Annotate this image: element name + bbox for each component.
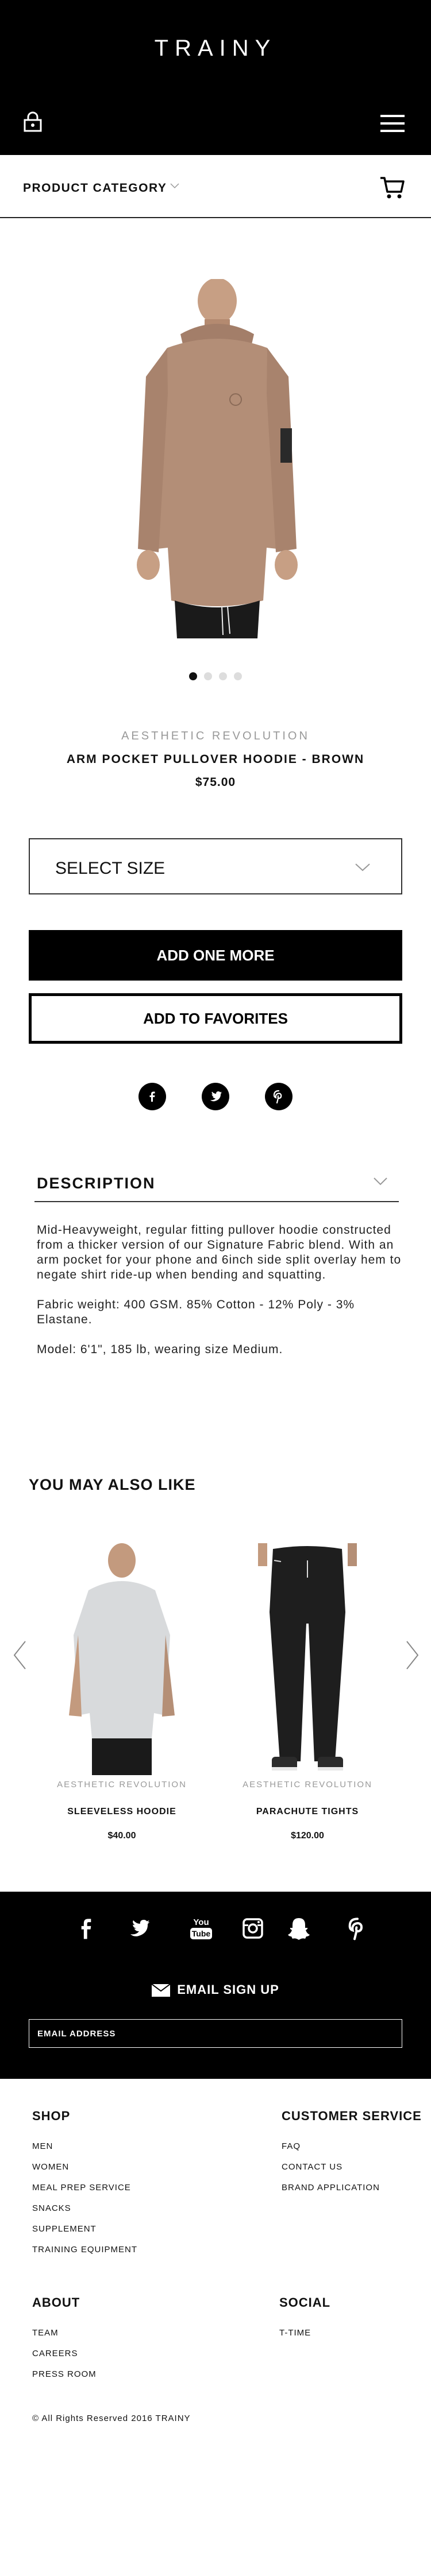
youtube-tube-text: Tube [192, 1929, 211, 1938]
brand-logo[interactable]: TRAINY [0, 36, 431, 61]
description-paragraph: Model: 6'1", 185 lb, wearing size Medium… [37, 1343, 283, 1356]
footer-link[interactable]: TEAM [32, 2323, 97, 2343]
description-paragraph: Fabric weight: 400 GSM. 85% Cotton - 12%… [37, 1298, 355, 1326]
youtube-text: You [193, 1918, 209, 1927]
chevron-down-icon [355, 862, 370, 873]
lock-icon[interactable] [23, 111, 43, 132]
category-bar: PRODUCT CATEGORY [0, 155, 431, 218]
product-price: $75.00 [195, 776, 236, 789]
footer-customer-service-title: CUSTOMER SERVICE [282, 2109, 422, 2123]
footer-customer-service-column: CUSTOMER SERVICE FAQ CONTACT US BRAND AP… [282, 2109, 422, 2198]
footer-link[interactable]: TRAINING EQUIPMENT [32, 2240, 137, 2260]
carousel-dot[interactable] [189, 672, 197, 680]
footer-link[interactable]: SUPPLEMENT [32, 2219, 137, 2240]
product-name: ARM POCKET PULLOVER HOODIE - BROWN [66, 753, 365, 766]
carousel-dots [0, 672, 431, 683]
recommendation-name: SLEEVELESS HOODIE [67, 1807, 176, 1816]
snapchat-icon[interactable] [287, 1916, 310, 1941]
footer-link[interactable]: FAQ [282, 2136, 422, 2157]
carousel-dot[interactable] [219, 672, 227, 680]
hamburger-menu-icon[interactable] [380, 115, 405, 132]
newsletter-footer: You Tube EMAIL SIGN UP [0, 1892, 431, 2079]
recommendation-card[interactable]: AESTHETIC REVOLUTION PARACHUTE TIGHTS $1… [238, 1543, 376, 1841]
add-to-favorites-button[interactable]: ADD TO FAVORITES [29, 993, 402, 1044]
footer-about-title: ABOUT [32, 2295, 80, 2310]
twitter-icon[interactable] [128, 1916, 151, 1941]
description-paragraph: Mid-Heavyweight, regular fitting pullove… [37, 1223, 402, 1281]
product-brand: AESTHETIC REVOLUTION [121, 730, 310, 742]
recommendation-brand: AESTHETIC REVOLUTION [57, 1780, 187, 1789]
recommendation-card[interactable]: AESTHETIC REVOLUTION SLEEVELESS HOODIE $… [53, 1543, 191, 1841]
email-input[interactable] [29, 2019, 402, 2048]
footer-link[interactable]: T-TIME [279, 2323, 330, 2343]
product-page: TRAINY PRODUCT CATEGORY AESTHETIC REVOLU… [0, 0, 431, 2576]
description-accordion[interactable]: DESCRIPTION [34, 1162, 399, 1202]
carousel-dot[interactable] [234, 672, 242, 680]
recommendations-title: YOU MAY ALSO LIKE [29, 1476, 196, 1493]
footer-about-column: ABOUT TEAM CAREERS PRESS ROOM [32, 2295, 97, 2385]
footer-link[interactable]: SNACKS [32, 2198, 137, 2219]
add-one-more-button[interactable]: ADD ONE MORE [29, 930, 402, 981]
recommendation-price: $40.00 [107, 1831, 136, 1841]
footer-shop-column: SHOP MEN WOMEN MEAL PREP SERVICE SNACKS … [32, 2109, 137, 2260]
recommendation-name: PARACHUTE TIGHTS [256, 1807, 359, 1816]
description-title: DESCRIPTION [37, 1175, 156, 1192]
cart-icon[interactable] [379, 176, 405, 200]
product-category-dropdown[interactable]: PRODUCT CATEGORY [23, 181, 167, 195]
youtube-icon[interactable]: You Tube [188, 1916, 214, 1941]
recommendation-image[interactable] [53, 1543, 191, 1775]
chevron-down-icon [374, 1177, 387, 1186]
footer-link[interactable]: CAREERS [32, 2343, 97, 2364]
arrow-right-icon[interactable] [406, 1640, 420, 1670]
footer-link[interactable]: PRESS ROOM [32, 2364, 97, 2385]
chevron-down-icon[interactable] [170, 181, 179, 191]
recommendation-price: $120.00 [291, 1831, 324, 1841]
email-signup[interactable]: EMAIL SIGN UP [0, 1982, 431, 1997]
share-buttons [0, 1083, 431, 1110]
footer-link[interactable]: CONTACT US [282, 2157, 422, 2178]
recommendation-image[interactable] [238, 1543, 376, 1775]
facebook-icon[interactable] [138, 1083, 166, 1110]
footer-social-title: SOCIAL [279, 2295, 331, 2310]
description-body: Mid-Heavyweight, regular fitting pullove… [37, 1223, 405, 1372]
footer-shop-title: SHOP [32, 2109, 71, 2123]
carousel-dot[interactable] [204, 672, 212, 680]
size-select-label: SELECT SIZE [55, 859, 166, 878]
recommendation-brand: AESTHETIC REVOLUTION [243, 1780, 372, 1789]
arrow-left-icon[interactable] [13, 1640, 26, 1670]
product-image[interactable] [113, 278, 322, 638]
copyright: © All Rights Reserved 2016 TRAINY [32, 2414, 191, 2423]
footer-link[interactable]: BRAND APPLICATION [282, 2178, 422, 2198]
footer-social-column: SOCIAL T-TIME [279, 2295, 330, 2343]
pinterest-icon[interactable] [346, 1916, 369, 1941]
email-signup-label: EMAIL SIGN UP [177, 1982, 279, 1997]
site-header: TRAINY [0, 0, 431, 155]
social-links: You Tube [0, 1916, 431, 1941]
footer-link[interactable]: MEN [32, 2136, 137, 2157]
size-select[interactable]: SELECT SIZE [29, 838, 402, 894]
envelope-icon [151, 1984, 171, 1997]
footer-link[interactable]: WOMEN [32, 2157, 137, 2178]
facebook-icon[interactable] [75, 1916, 98, 1941]
footer-link[interactable]: MEAL PREP SERVICE [32, 2178, 137, 2198]
instagram-icon[interactable] [241, 1916, 264, 1941]
pinterest-icon[interactable] [265, 1083, 293, 1110]
twitter-icon[interactable] [202, 1083, 229, 1110]
